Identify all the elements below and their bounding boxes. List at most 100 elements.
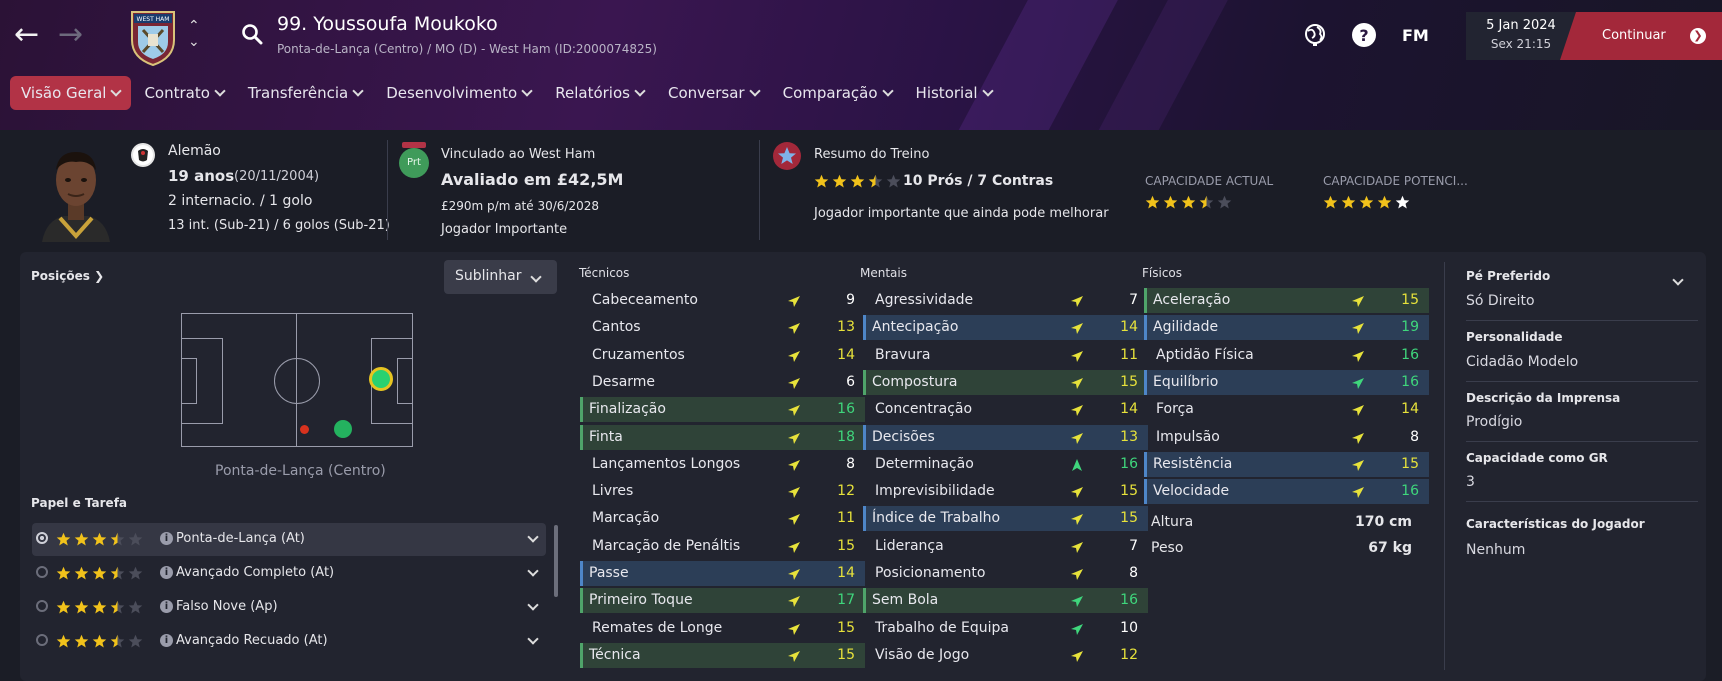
role-row[interactable]: i Avançado Recuado (At) [32, 625, 546, 658]
attribute-row[interactable]: Índice de Trabalho 15 [863, 506, 1148, 532]
info-icon[interactable]: i [160, 634, 173, 647]
tab-comparison[interactable]: Comparação [772, 76, 903, 110]
info-icon[interactable]: i [160, 566, 173, 579]
attribute-row[interactable]: Sem Bola 16 [863, 588, 1148, 614]
attribute-row[interactable]: Passe 14 [580, 561, 865, 586]
attribute-row[interactable]: Bravura 11 [866, 343, 1148, 368]
height-value: 170 cm [1355, 514, 1412, 530]
roles-scrollbar[interactable] [554, 525, 558, 597]
chevron-down-icon[interactable] [527, 565, 539, 577]
attribute-name: Finalização [589, 401, 666, 418]
attribute-row[interactable]: Concentração 14 [866, 397, 1148, 422]
attribute-row[interactable]: Posicionamento 8 [866, 561, 1148, 586]
globe-icon[interactable] [1302, 22, 1328, 48]
role-radio[interactable] [36, 566, 48, 578]
role-label: Avançado Completo (At) [176, 565, 335, 580]
role-stars [56, 634, 146, 649]
attribute-row[interactable]: Visão de Jogo 12 [866, 643, 1148, 668]
chevron-down-icon[interactable] [527, 599, 539, 611]
attribute-row[interactable]: Aptidão Física 16 [1147, 343, 1429, 368]
tab-talk[interactable]: Conversar [657, 76, 770, 110]
attribute-row[interactable]: Cabeceamento 9 [583, 288, 865, 313]
help-icon[interactable]: ? [1351, 22, 1377, 48]
attribute-row[interactable]: Impulsão 8 [1147, 425, 1429, 450]
attribute-row[interactable]: Marcação de Penáltis 15 [583, 534, 865, 559]
chevron-down-icon [634, 85, 646, 97]
arrow-up-icon [1072, 458, 1082, 471]
attribute-row[interactable]: Força 14 [1147, 397, 1429, 422]
height-label: Altura [1151, 514, 1194, 530]
header-bar: ← → WEST HAM ⌃ ⌄ 99. Youssoufa Moukoko P… [0, 0, 1722, 130]
role-radio[interactable] [36, 532, 48, 544]
attribute-row[interactable]: Decisões 13 [863, 424, 1148, 450]
attribute-row[interactable]: Determinação 16 [866, 452, 1148, 477]
divider [1466, 320, 1698, 321]
positions-title[interactable]: Posições ❯ [31, 269, 104, 283]
forward-arrow-icon[interactable]: → [58, 20, 83, 50]
chevron-down-icon[interactable] [527, 531, 539, 543]
attribute-row[interactable]: Compostura 15 [863, 369, 1148, 395]
attribute-row[interactable]: Marcação 11 [583, 506, 865, 531]
role-radio[interactable] [36, 600, 48, 612]
attribute-row[interactable]: Técnica 15 [580, 642, 865, 668]
arrow-yellow-icon [1352, 487, 1364, 499]
contract-club: Vinculado ao West Ham [441, 147, 596, 162]
attribute-name: Visão de Jogo [875, 646, 970, 663]
tab-reports[interactable]: Relatórios [544, 76, 655, 110]
attribute-name: Determinação [875, 455, 974, 472]
attribute-value: 18 [837, 428, 855, 445]
fm-menu[interactable]: FM [1402, 26, 1429, 45]
tab-transfer[interactable]: Transferência [237, 76, 373, 110]
star-icon [1199, 195, 1214, 209]
continue-button[interactable]: Continuar ❯ [1560, 12, 1722, 60]
attribute-row[interactable]: Velocidade 16 [1144, 479, 1429, 505]
attribute-row[interactable]: Lançamentos Longos 8 [583, 452, 865, 477]
attribute-row[interactable]: Cruzamentos 14 [583, 343, 865, 368]
role-row[interactable]: i Avançado Completo (At) [32, 557, 546, 590]
back-arrow-icon[interactable]: ← [14, 20, 39, 50]
role-row[interactable]: i Falso Nove (Ap) [32, 591, 546, 624]
role-stars [56, 566, 146, 581]
squad-status: Jogador Importante [441, 222, 568, 237]
attribute-value: 9 [846, 292, 855, 308]
search-icon[interactable] [240, 22, 264, 46]
svg-text:?: ? [1359, 26, 1368, 45]
tab-overview[interactable]: Visão Geral [10, 76, 132, 110]
attribute-row[interactable]: Aceleração 15 [1144, 288, 1429, 313]
attribute-row[interactable]: Resistência 15 [1144, 451, 1429, 477]
attribute-row[interactable]: Livres 12 [583, 479, 865, 504]
attribute-row[interactable]: Antecipação 14 [863, 315, 1148, 341]
chevron-down-icon[interactable] [527, 633, 539, 645]
attribute-row[interactable]: Equilíbrio 16 [1144, 369, 1429, 395]
attribute-name: Cruzamentos [592, 346, 685, 363]
current-date: 5 Jan 2024 [1486, 18, 1556, 33]
attribute-row[interactable]: Agilidade 19 [1144, 315, 1429, 341]
attribute-row[interactable]: Trabalho de Equipa 10 [866, 616, 1148, 641]
arrow-right-icon: ❯ [1690, 28, 1706, 44]
attribute-row[interactable]: Primeiro Toque 17 [580, 588, 865, 614]
tab-history[interactable]: Historial [905, 76, 1003, 110]
tab-contract[interactable]: Contrato [133, 76, 234, 110]
role-row[interactable]: i Ponta-de-Lança (At) [32, 523, 546, 556]
previous-player-icon[interactable]: ⌃ [188, 18, 200, 34]
attribute-row[interactable]: Finta 18 [580, 424, 865, 450]
club-crest-icon[interactable]: WEST HAM [128, 10, 178, 66]
attribute-row[interactable]: Agressividade 7 [866, 288, 1148, 313]
attribute-row[interactable]: Desarme 6 [583, 370, 865, 395]
arrow-yellow-icon [1352, 296, 1364, 307]
next-player-icon[interactable]: ⌄ [188, 34, 200, 50]
attribute-row[interactable]: Liderança 7 [866, 534, 1148, 559]
role-radio[interactable] [36, 634, 48, 646]
tab-development[interactable]: Desenvolvimento [375, 76, 542, 110]
highlight-dropdown[interactable]: Sublinhar [444, 260, 557, 294]
attribute-row[interactable]: Remates de Longe 15 [583, 616, 865, 641]
profile-collapse[interactable] [1672, 272, 1684, 291]
tab-label: Visão Geral [21, 84, 107, 102]
info-icon[interactable]: i [160, 600, 173, 613]
weight-value: 67 kg [1368, 540, 1412, 556]
attribute-row[interactable]: Cantos 13 [583, 315, 865, 340]
date-display[interactable]: 5 Jan 2024 Sex 21:15 [1466, 12, 1576, 60]
attribute-row[interactable]: Imprevisibilidade 15 [866, 479, 1148, 504]
info-icon[interactable]: i [160, 532, 173, 545]
attribute-row[interactable]: Finalização 16 [580, 397, 865, 423]
